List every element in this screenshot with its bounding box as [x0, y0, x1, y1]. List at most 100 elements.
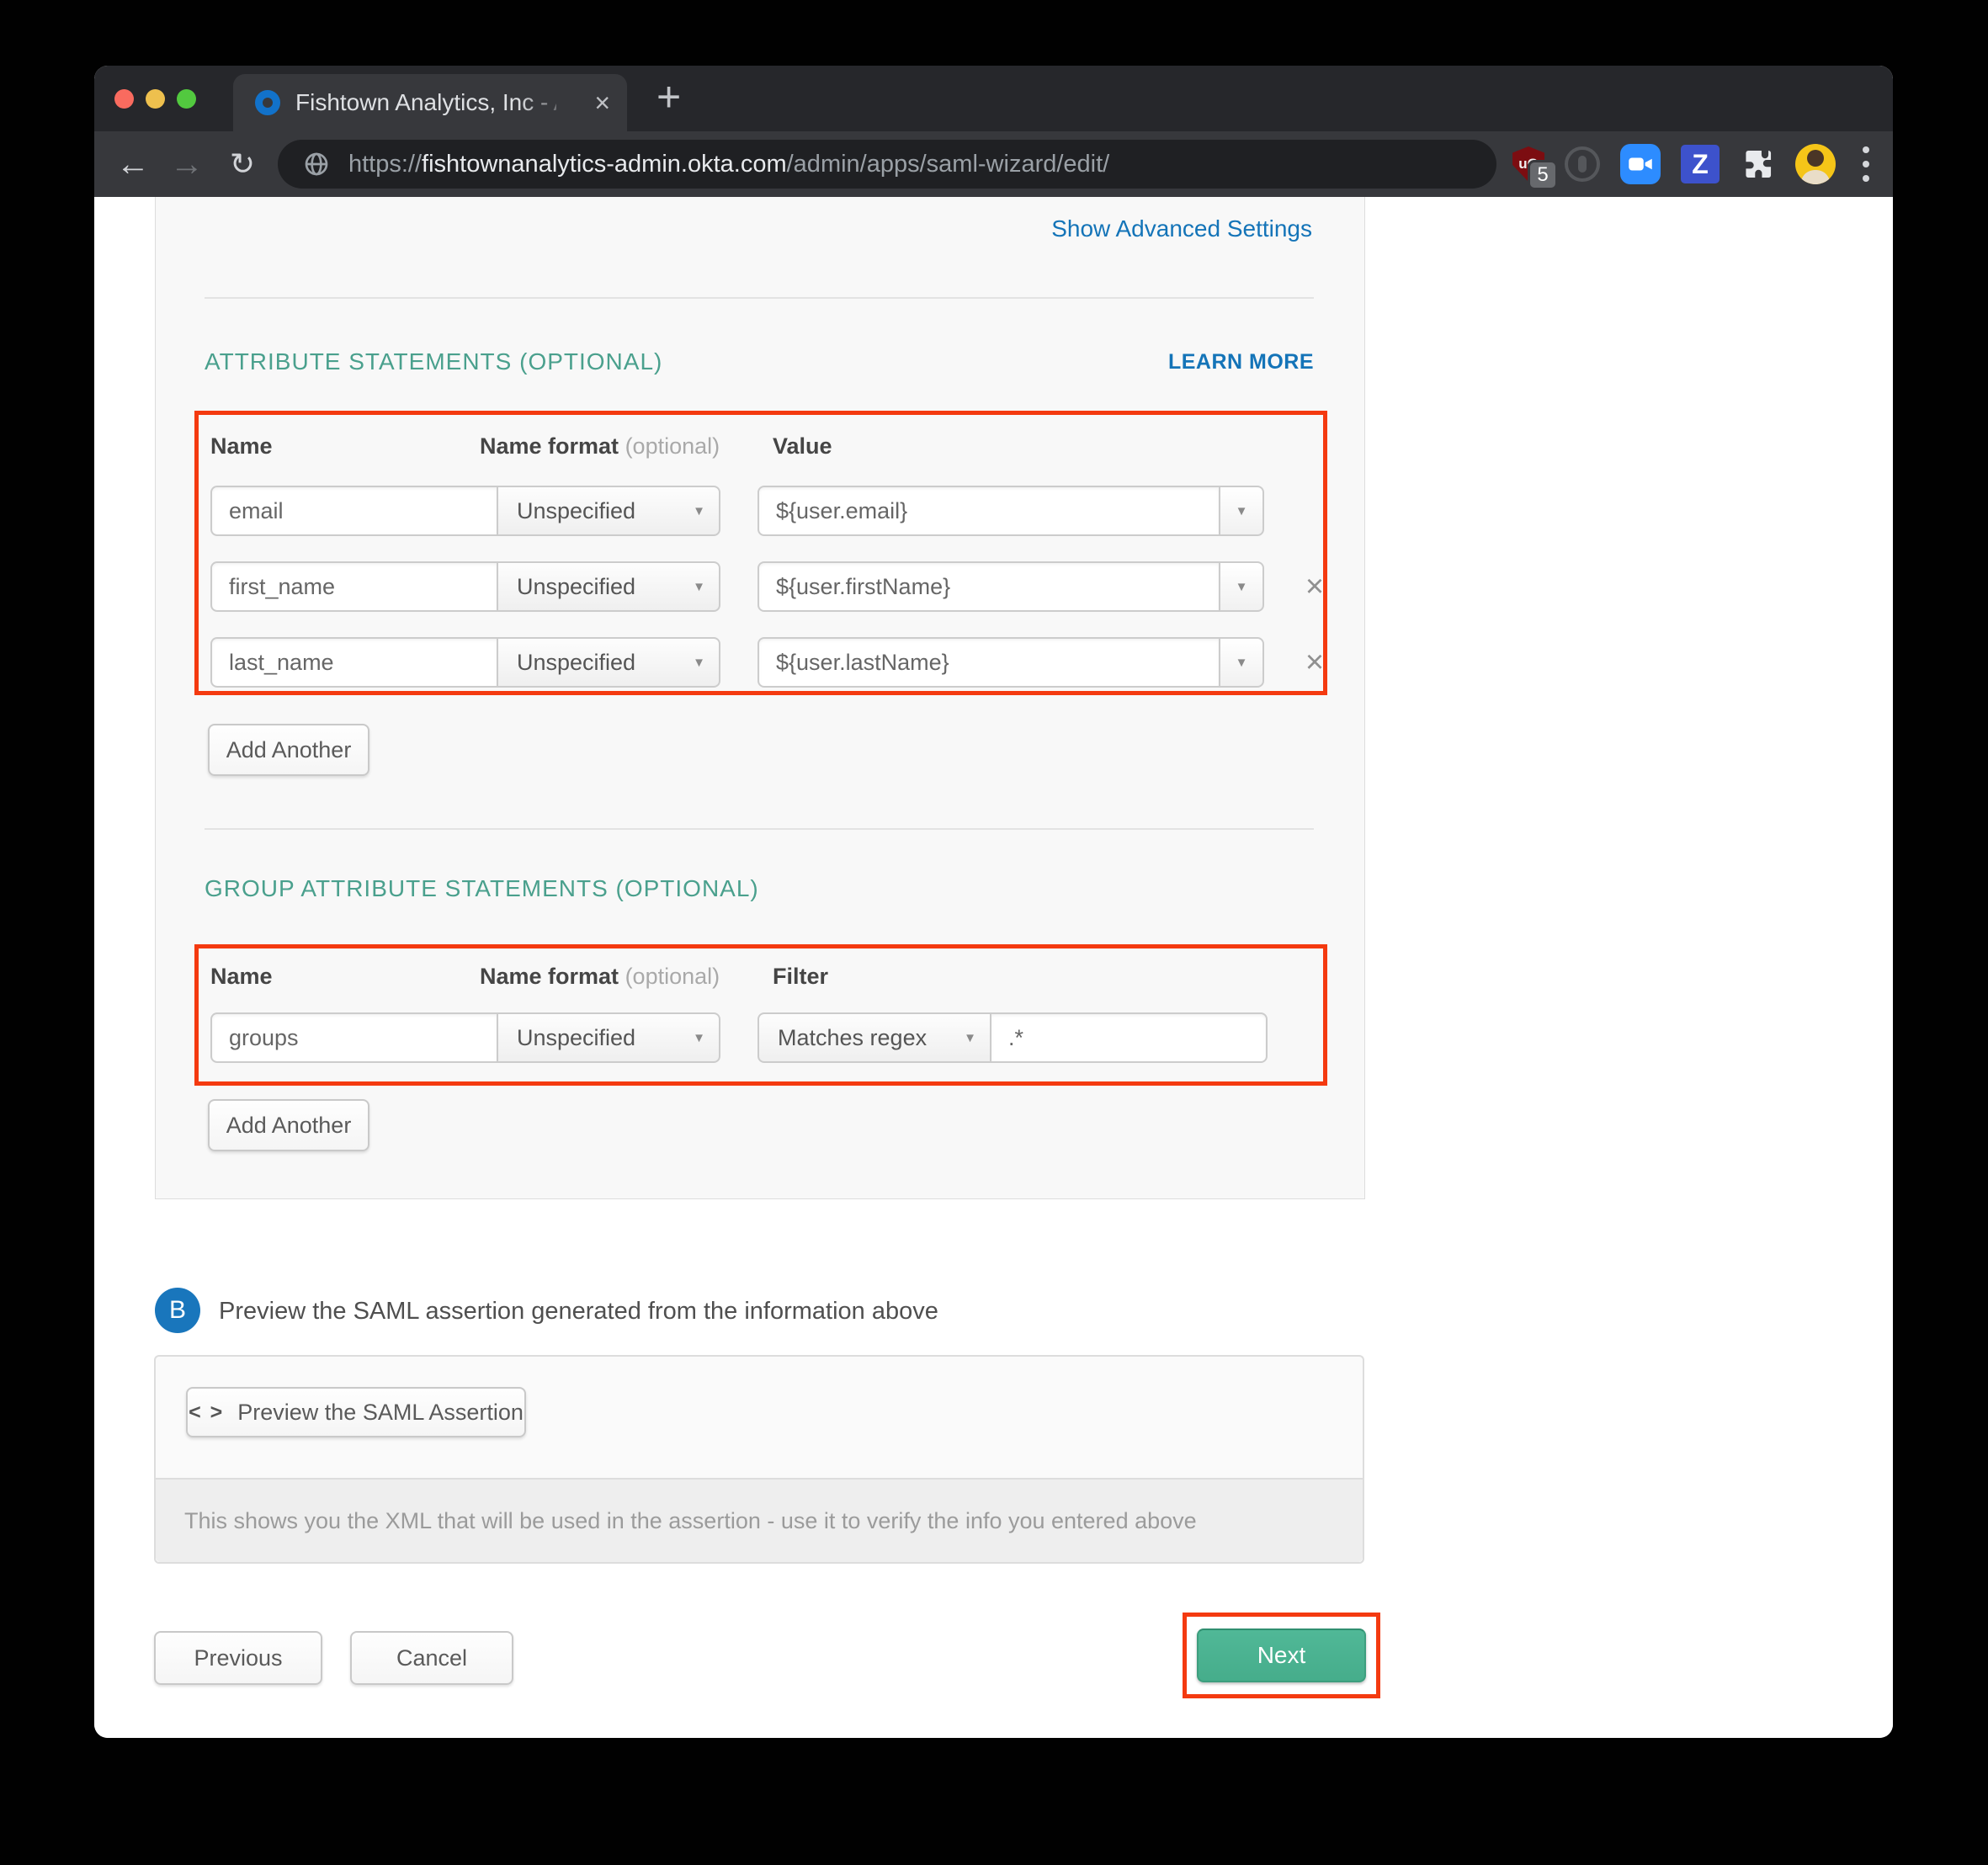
name-format-value: Unspecified: [517, 650, 635, 676]
tab-strip: Fishtown Analytics, Inc - Applic × +: [94, 66, 1893, 131]
password-manager-extension-icon[interactable]: [1565, 146, 1600, 182]
code-icon: < >: [189, 1400, 224, 1425]
attribute-name-input[interactable]: [210, 637, 498, 688]
preview-note: This shows you the XML that will be used…: [156, 1478, 1363, 1562]
filter-value-input[interactable]: [990, 1012, 1268, 1063]
name-format-value: Unspecified: [517, 574, 635, 600]
tab-close-icon[interactable]: ×: [594, 89, 610, 116]
zoom-window-button[interactable]: [177, 89, 196, 109]
tab-title-fade: [518, 81, 577, 125]
column-header-name: Name: [210, 964, 273, 990]
column-header-format: Name format (optional): [480, 964, 720, 990]
extensions-puzzle-icon[interactable]: [1740, 146, 1775, 182]
show-advanced-settings-link[interactable]: Show Advanced Settings: [1051, 215, 1312, 242]
group-name-input[interactable]: [210, 1012, 498, 1063]
address-bar[interactable]: https://fishtownanalytics-admin.okta.com…: [278, 140, 1496, 189]
chevron-down-icon: ▼: [1236, 504, 1248, 518]
add-another-button[interactable]: Add Another: [208, 724, 369, 776]
column-header-name: Name: [210, 433, 273, 460]
browser-menu-icon[interactable]: [1856, 146, 1876, 182]
url-scheme: https://: [348, 151, 422, 178]
filter-type-select[interactable]: Matches regex ▼: [757, 1012, 991, 1063]
format-label: Name format: [480, 964, 619, 989]
chevron-down-icon: ▼: [693, 504, 705, 518]
attribute-row: Unspecified ▼ ▼: [210, 486, 1264, 536]
attribute-statements-header: ATTRIBUTE STATEMENTS (OPTIONAL) LEARN MO…: [205, 348, 1314, 375]
url-path: /admin/apps/saml-wizard/edit/: [787, 151, 1110, 178]
chevron-down-icon: ▼: [693, 1031, 705, 1045]
column-header-filter: Filter: [773, 964, 828, 990]
value-input-group: ▼: [757, 561, 1264, 612]
attribute-value-input[interactable]: [757, 486, 1220, 536]
chevron-down-icon: ▼: [1236, 656, 1248, 670]
attribute-name-input[interactable]: [210, 486, 498, 536]
profile-avatar[interactable]: [1795, 144, 1836, 184]
value-dropdown-button[interactable]: ▼: [1219, 561, 1264, 612]
name-format-select[interactable]: Unspecified ▼: [497, 1012, 720, 1063]
okta-favicon-icon: [255, 90, 280, 115]
name-format-value: Unspecified: [517, 498, 635, 524]
next-button[interactable]: Next: [1197, 1629, 1366, 1682]
format-optional-note: (optional): [625, 433, 720, 459]
previous-button[interactable]: Previous: [154, 1631, 322, 1685]
preview-button-label: Preview the SAML Assertion: [237, 1400, 524, 1426]
site-globe-icon: [303, 151, 330, 178]
desktop-background: Fishtown Analytics, Inc - Applic × + ← →…: [0, 0, 1988, 1865]
name-format-select[interactable]: Unspecified ▼: [497, 561, 720, 612]
format-optional-note: (optional): [625, 964, 720, 989]
remove-row-icon[interactable]: ×: [1300, 646, 1330, 678]
divider: [205, 828, 1314, 830]
ublock-extension-icon[interactable]: uO 5: [1512, 146, 1544, 182]
attribute-statements-title: ATTRIBUTE STATEMENTS (OPTIONAL): [205, 348, 662, 375]
cancel-button[interactable]: Cancel: [350, 1631, 513, 1685]
window-controls: [114, 89, 196, 109]
add-another-button[interactable]: Add Another: [208, 1099, 369, 1151]
learn-more-link[interactable]: LEARN MORE: [1168, 350, 1314, 375]
chevron-down-icon: ▼: [693, 656, 705, 670]
forward-icon: →: [163, 131, 210, 197]
column-header-format: Name format (optional): [480, 433, 720, 460]
zoom-extension-icon[interactable]: [1620, 144, 1661, 184]
value-input-group: ▼: [757, 637, 1264, 688]
preview-section-heading: Preview the SAML assertion generated fro…: [219, 1298, 938, 1326]
chevron-down-icon: ▼: [693, 580, 705, 594]
group-attribute-row: Unspecified ▼ Matches regex ▼: [210, 1012, 1268, 1063]
saml-settings-panel: Show Advanced Settings ATTRIBUTE STATEME…: [155, 197, 1365, 1199]
back-icon[interactable]: ←: [109, 131, 157, 197]
divider: [205, 297, 1314, 299]
camera-icon: [1628, 151, 1653, 177]
preview-saml-assertion-button[interactable]: < > Preview the SAML Assertion: [186, 1387, 526, 1437]
group-attribute-statements-title: GROUP ATTRIBUTE STATEMENTS (OPTIONAL): [205, 875, 759, 902]
attribute-row: Unspecified ▼ ▼ ×: [210, 561, 1330, 612]
attribute-row: Unspecified ▼ ▼ ×: [210, 637, 1330, 688]
extension-icons: uO 5 Z: [1512, 131, 1876, 197]
attribute-name-input[interactable]: [210, 561, 498, 612]
name-format-value: Unspecified: [517, 1025, 635, 1051]
preview-panel: < > Preview the SAML Assertion This show…: [154, 1355, 1364, 1564]
url-text: https://fishtownanalytics-admin.okta.com…: [348, 151, 1109, 178]
name-format-select[interactable]: Unspecified ▼: [497, 486, 720, 536]
group-attribute-statements-header: GROUP ATTRIBUTE STATEMENTS (OPTIONAL): [205, 875, 1314, 902]
close-window-button[interactable]: [114, 89, 134, 109]
new-tab-button[interactable]: +: [656, 72, 681, 121]
reload-icon[interactable]: ↻: [219, 131, 266, 197]
minimize-window-button[interactable]: [146, 89, 165, 109]
next-button-highlight-box: Next: [1183, 1613, 1380, 1698]
chevron-down-icon: ▼: [1236, 580, 1248, 594]
value-dropdown-button[interactable]: ▼: [1219, 637, 1264, 688]
keyhole-icon: [1578, 156, 1587, 173]
chevron-down-icon: ▼: [964, 1031, 976, 1045]
remove-row-icon[interactable]: ×: [1300, 571, 1330, 603]
browser-window: Fishtown Analytics, Inc - Applic × + ← →…: [94, 66, 1893, 1738]
attribute-statements-highlight-box: Name Name format (optional) Value Unspec…: [194, 411, 1327, 695]
attribute-value-input[interactable]: [757, 637, 1220, 688]
browser-toolbar: ← → ↻ https://fishtownanalytics-admin.ok…: [94, 131, 1893, 197]
browser-tab[interactable]: Fishtown Analytics, Inc - Applic ×: [233, 74, 627, 131]
attribute-value-input[interactable]: [757, 561, 1220, 612]
page-content: Show Advanced Settings ATTRIBUTE STATEME…: [94, 197, 1893, 1738]
z-extension-icon[interactable]: Z: [1681, 145, 1720, 183]
step-b-badge: B: [155, 1288, 200, 1333]
name-format-select[interactable]: Unspecified ▼: [497, 637, 720, 688]
value-dropdown-button[interactable]: ▼: [1219, 486, 1264, 536]
group-attribute-statements-highlight-box: Name Name format (optional) Filter Unspe…: [194, 944, 1327, 1086]
